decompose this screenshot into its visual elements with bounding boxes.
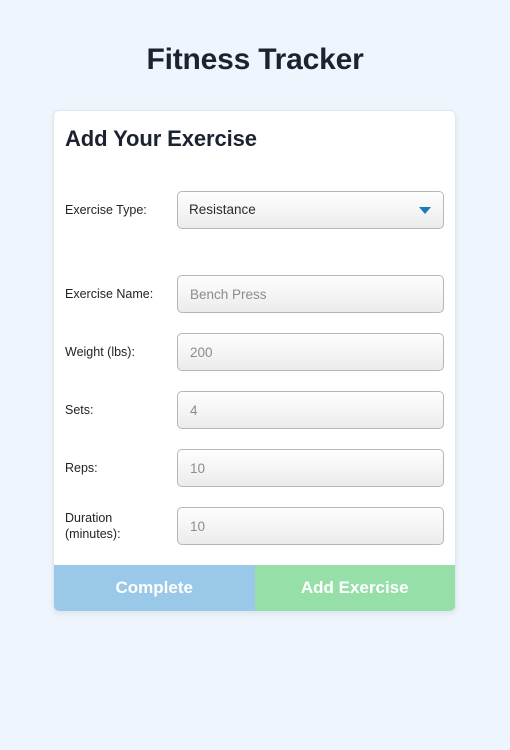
form-row-weight: Weight (lbs):	[65, 333, 444, 371]
exercise-name-input[interactable]	[177, 275, 444, 313]
form-row-sets: Sets:	[65, 391, 444, 429]
card-heading: Add Your Exercise	[65, 126, 257, 151]
exercise-type-label: Exercise Type:	[65, 203, 147, 217]
form-row-exercise-name: Exercise Name:	[65, 275, 444, 313]
exercise-type-control: Resistance	[177, 191, 444, 229]
exercise-name-label: Exercise Name:	[65, 287, 154, 301]
exercise-type-select[interactable]	[177, 191, 444, 229]
add-exercise-button[interactable]: Add Exercise	[254, 565, 455, 611]
add-exercise-card: Add Your Exercise Exercise Type: Resista…	[53, 110, 456, 612]
sets-label: Sets:	[65, 403, 94, 417]
form-row-duration: Duration (minutes):	[65, 507, 444, 545]
sets-control	[177, 391, 444, 429]
reps-label: Reps:	[65, 461, 98, 475]
duration-label: Duration (minutes):	[65, 511, 121, 541]
duration-control	[177, 507, 444, 545]
form-row-exercise-type: Exercise Type: Resistance	[65, 191, 444, 229]
exercise-name-control	[177, 275, 444, 313]
page-title: Fitness Tracker	[146, 43, 364, 76]
form-row-reps: Reps:	[65, 449, 444, 487]
weight-input[interactable]	[177, 333, 444, 371]
action-bar: Complete Add Exercise	[54, 565, 455, 611]
weight-control	[177, 333, 444, 371]
complete-button[interactable]: Complete	[54, 565, 255, 611]
exercise-form: Exercise Type: Resistance Exercise Name:…	[54, 153, 455, 565]
reps-input[interactable]	[177, 449, 444, 487]
sets-input[interactable]	[177, 391, 444, 429]
duration-input[interactable]	[177, 507, 444, 545]
reps-control	[177, 449, 444, 487]
weight-label: Weight (lbs):	[65, 345, 135, 359]
app-root: Fitness Tracker Add Your Exercise Exerci…	[0, 0, 510, 750]
